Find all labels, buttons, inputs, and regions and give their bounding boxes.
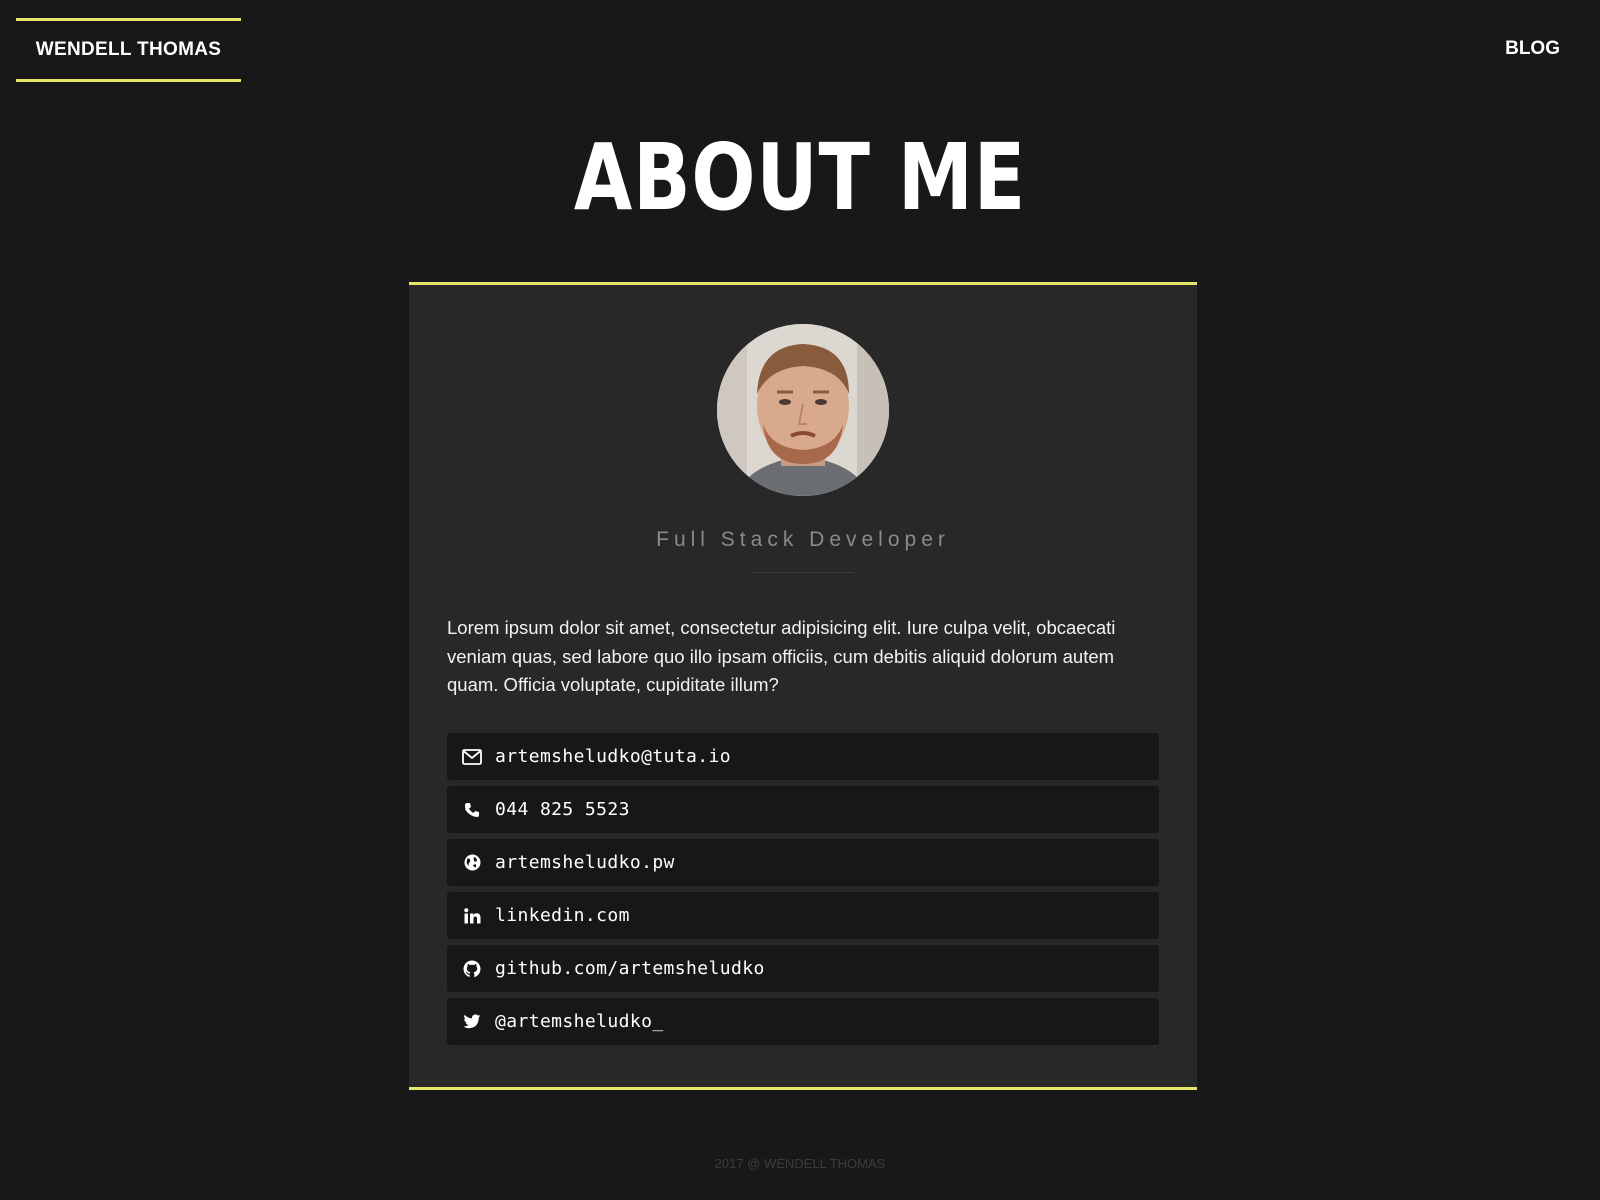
envelope-icon xyxy=(461,746,483,768)
divider xyxy=(752,572,854,573)
brand-logo-link[interactable]: WENDELL THOMAS xyxy=(16,18,241,82)
globe-icon xyxy=(461,852,483,874)
nav-blog-link[interactable]: BLOG xyxy=(1505,38,1560,60)
job-title: Full Stack Developer xyxy=(656,528,950,551)
contact-github[interactable]: github.com/artemsheludko xyxy=(447,945,1159,992)
avatar xyxy=(717,324,889,496)
contact-text: artemsheludko.pw xyxy=(495,852,675,873)
contact-twitter[interactable]: @artemsheludko_ xyxy=(447,998,1159,1045)
phone-icon xyxy=(461,799,483,821)
contact-text: artemsheludko@tuta.io xyxy=(495,746,731,767)
contact-list: artemsheludko@tuta.io 044 825 5523 artem… xyxy=(447,733,1159,1051)
contact-website[interactable]: artemsheludko.pw xyxy=(447,839,1159,886)
contact-text: github.com/artemsheludko xyxy=(495,958,765,979)
profile-card: Full Stack Developer Lorem ipsum dolor s… xyxy=(409,282,1197,1090)
contact-text: @artemsheludko_ xyxy=(495,1011,664,1032)
bio-text: Lorem ipsum dolor sit amet, consectetur … xyxy=(447,617,1116,695)
twitter-icon xyxy=(461,1011,483,1033)
github-icon xyxy=(461,958,483,980)
contact-text: 044 825 5523 xyxy=(495,799,630,820)
page-title: ABOUT ME xyxy=(573,124,1027,231)
contact-email[interactable]: artemsheludko@tuta.io xyxy=(447,733,1159,780)
contact-linkedin[interactable]: linkedin.com xyxy=(447,892,1159,939)
footer-copyright: 2017 @ WENDELL THOMAS xyxy=(714,1156,886,1171)
linkedin-icon xyxy=(461,905,483,927)
contact-text: linkedin.com xyxy=(495,905,630,926)
page: WENDELL THOMAS BLOG ABOUT ME Full Stack … xyxy=(0,0,1600,1200)
contact-phone[interactable]: 044 825 5523 xyxy=(447,786,1159,833)
